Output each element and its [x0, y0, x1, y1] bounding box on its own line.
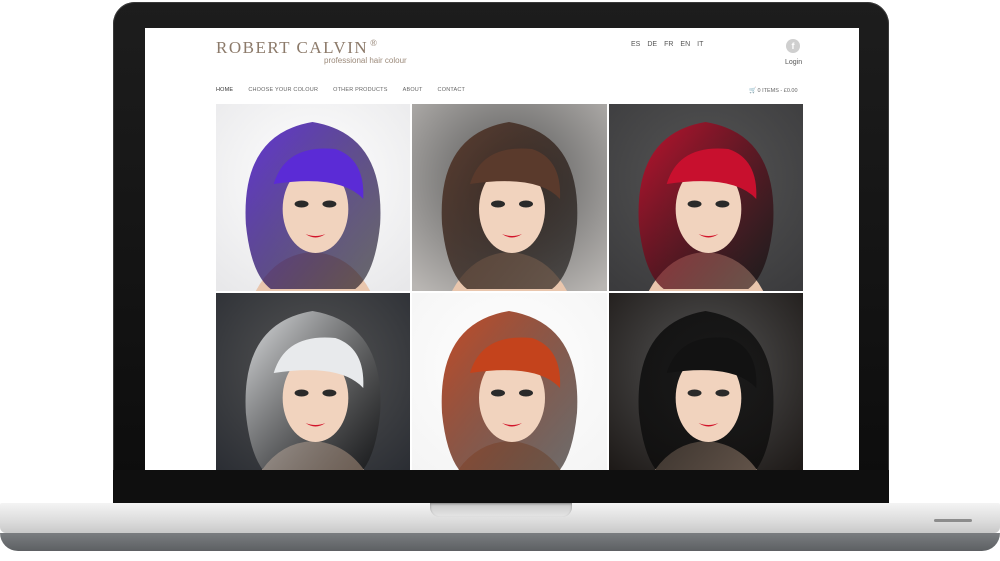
laptop-opening-notch [430, 503, 572, 517]
logo-name: ROBERT CALVIN [216, 38, 369, 57]
language-it[interactable]: IT [697, 41, 703, 48]
gallery-tile-purple-hair[interactable] [216, 104, 410, 291]
language-switcher: ES DE FR EN IT [631, 41, 703, 48]
site-logo[interactable]: ROBERT CALVIN ® [216, 38, 378, 58]
gallery-tile-black-hair[interactable] [609, 293, 803, 470]
portrait-illustration [412, 293, 607, 470]
laptop-indicator-light [934, 519, 972, 522]
portrait-illustration [609, 104, 803, 291]
gallery-tile-red-hair[interactable] [609, 104, 803, 291]
gallery-tile-copper-hair[interactable] [412, 293, 607, 470]
language-de[interactable]: DE [647, 41, 657, 48]
language-fr[interactable]: FR [664, 41, 673, 48]
cart-icon: 🛒 [749, 88, 757, 94]
laptop-screen: ROBERT CALVIN ® professional hair colour … [145, 28, 859, 470]
laptop-base-underside [0, 533, 1000, 551]
portrait-illustration [609, 293, 803, 470]
language-es[interactable]: ES [631, 41, 640, 48]
facebook-icon[interactable]: f [786, 39, 800, 53]
nav-choose-your-colour[interactable]: CHOOSE YOUR COLOUR [248, 87, 318, 93]
main-navigation: HOME CHOOSE YOUR COLOUR OTHER PRODUCTS A… [216, 87, 480, 93]
portrait-illustration [216, 104, 410, 291]
logo-registered-mark: ® [370, 38, 379, 48]
login-link[interactable]: Login [785, 59, 802, 66]
logo-tagline: professional hair colour [324, 56, 407, 65]
nav-about[interactable]: ABOUT [403, 87, 423, 93]
language-en[interactable]: EN [680, 41, 690, 48]
nav-other-products[interactable]: OTHER PRODUCTS [333, 87, 387, 93]
portrait-illustration [216, 293, 410, 470]
gallery-grid [216, 104, 803, 470]
cart-label: 0 ITEMS - £0.00 [757, 88, 798, 94]
gallery-tile-brown-hair[interactable] [412, 104, 607, 291]
nav-contact[interactable]: CONTACT [438, 87, 466, 93]
gallery-tile-platinum-hair[interactable] [216, 293, 410, 470]
nav-home[interactable]: HOME [216, 87, 233, 93]
cart-summary[interactable]: 🛒0 ITEMS - £0.00 [749, 87, 798, 94]
portrait-illustration [412, 104, 607, 291]
laptop-screen-bezel-bottom [113, 470, 889, 504]
